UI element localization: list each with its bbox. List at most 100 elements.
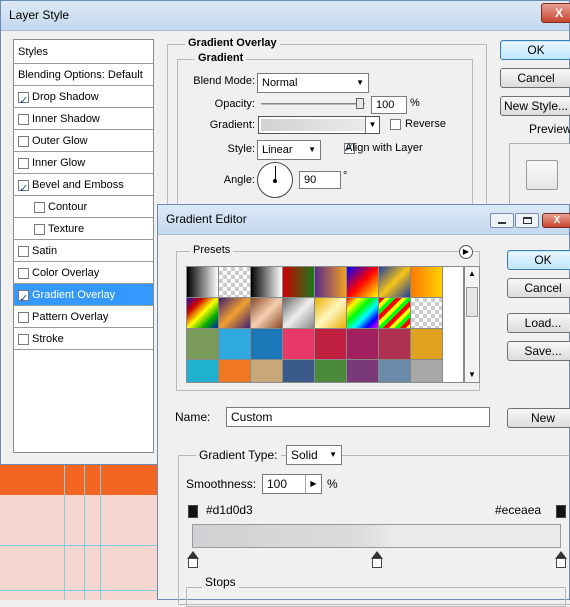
preset-swatch[interactable] [347, 298, 379, 329]
preset-swatch[interactable] [251, 298, 283, 329]
gradient-picker[interactable]: ▼ [258, 116, 380, 134]
style-checkbox[interactable] [18, 90, 29, 112]
preset-swatch[interactable] [411, 360, 443, 382]
preset-swatch[interactable] [315, 298, 347, 329]
maximize-button[interactable] [515, 213, 539, 228]
preset-swatch[interactable] [283, 360, 315, 382]
style-item[interactable]: Inner Shadow [14, 108, 153, 130]
preset-swatch[interactable] [219, 298, 251, 329]
preset-swatch[interactable] [347, 267, 379, 298]
angle-input[interactable]: 90 [299, 171, 341, 189]
ge-ok-button[interactable]: OK [507, 250, 570, 270]
chevron-down-icon[interactable]: ▼ [365, 117, 379, 133]
color-stop-left[interactable] [188, 558, 198, 568]
preset-swatch[interactable] [187, 298, 219, 329]
style-item[interactable]: Texture [14, 218, 153, 240]
preset-swatch[interactable] [283, 267, 315, 298]
preset-swatch[interactable] [187, 360, 219, 382]
style-checkbox[interactable] [18, 135, 29, 147]
stops-group [186, 587, 566, 607]
reverse-checkbox[interactable] [390, 119, 401, 130]
close-window-button[interactable]: X [541, 3, 570, 23]
style-select[interactable]: Linear ▼ [257, 140, 321, 160]
chevron-down-icon: ▼ [308, 145, 316, 154]
ok-button[interactable]: OK [500, 40, 570, 60]
style-checkbox[interactable] [18, 113, 29, 125]
style-item[interactable]: Outer Glow [14, 130, 153, 152]
style-item[interactable]: Bevel and Emboss [14, 174, 153, 200]
preset-swatch[interactable] [251, 360, 283, 382]
preset-swatch[interactable] [251, 329, 283, 360]
opacity-stop-right[interactable] [556, 505, 566, 518]
style-checkbox[interactable] [18, 333, 29, 345]
style-item[interactable]: Drop Shadow [14, 86, 153, 112]
gradient-type-select[interactable]: Solid ▼ [286, 445, 342, 465]
presets-menu-icon[interactable]: ▶ [459, 245, 473, 259]
color-stop-mid[interactable] [372, 558, 382, 568]
blend-mode-select[interactable]: Normal ▼ [257, 73, 369, 93]
style-checkbox[interactable] [18, 288, 29, 310]
style-checkbox[interactable] [18, 267, 29, 279]
chevron-right-icon[interactable]: ▶ [305, 475, 321, 493]
opacity-input[interactable]: 100 [371, 96, 407, 114]
style-item-label: Gradient Overlay [32, 289, 116, 301]
preset-swatch[interactable] [411, 298, 443, 329]
scroll-up-icon[interactable]: ▲ [465, 267, 479, 281]
preset-swatch[interactable] [379, 267, 411, 298]
style-checkbox[interactable] [18, 311, 29, 323]
style-item[interactable]: Blending Options: Default [14, 64, 153, 86]
preset-swatch[interactable] [283, 329, 315, 360]
style-item[interactable]: Gradient Overlay [14, 284, 153, 310]
preset-swatch[interactable] [379, 360, 411, 382]
style-checkbox[interactable] [18, 245, 29, 257]
preset-swatch[interactable] [219, 267, 251, 298]
presets-scrollbar[interactable]: ▲ ▼ [464, 266, 480, 383]
preset-swatch[interactable] [283, 298, 315, 329]
load-button[interactable]: Load... [507, 313, 570, 333]
ge-cancel-button[interactable]: Cancel [507, 278, 570, 298]
preset-swatch[interactable] [411, 329, 443, 360]
preset-swatch[interactable] [219, 360, 251, 382]
style-checkbox[interactable] [18, 157, 29, 169]
cancel-button[interactable]: Cancel [500, 68, 570, 88]
style-item[interactable]: Inner Glow [14, 152, 153, 174]
new-style-button[interactable]: New Style... [500, 96, 570, 116]
styles-header[interactable]: Styles [14, 40, 153, 64]
style-checkbox[interactable] [34, 223, 45, 235]
preset-swatch[interactable] [315, 267, 347, 298]
preset-swatch[interactable] [315, 329, 347, 360]
style-item[interactable]: Satin [14, 240, 153, 262]
style-item[interactable]: Contour [14, 196, 153, 218]
style-item[interactable]: Pattern Overlay [14, 306, 153, 328]
preset-swatch[interactable] [379, 329, 411, 360]
preset-swatch[interactable] [347, 329, 379, 360]
minimize-button[interactable] [490, 213, 514, 228]
preset-swatch[interactable] [379, 298, 411, 329]
style-item[interactable]: Stroke [14, 328, 153, 350]
name-input[interactable]: Custom [226, 407, 490, 427]
preset-swatch[interactable] [315, 360, 347, 382]
color-stop-right[interactable] [556, 558, 566, 568]
preset-swatch[interactable] [187, 267, 219, 298]
preset-swatch[interactable] [347, 360, 379, 382]
style-checkbox[interactable] [34, 201, 45, 213]
opacity-slider-handle[interactable] [356, 98, 364, 109]
opacity-stop-left[interactable] [188, 505, 198, 518]
style-item[interactable]: Color Overlay [14, 262, 153, 284]
new-gradient-button[interactable]: New [507, 408, 570, 428]
save-button[interactable]: Save... [507, 341, 570, 361]
preset-swatch[interactable] [251, 267, 283, 298]
angle-dial[interactable] [257, 162, 293, 198]
scroll-down-icon[interactable]: ▼ [465, 368, 479, 382]
style-checkbox[interactable] [18, 178, 29, 200]
smoothness-input[interactable]: 100 ▶ [262, 474, 322, 494]
preset-swatch[interactable] [219, 329, 251, 360]
preset-swatch[interactable] [187, 329, 219, 360]
maximize-icon [523, 217, 532, 224]
opacity-slider[interactable] [261, 103, 365, 105]
gradient-bar[interactable] [192, 524, 561, 548]
gradient-editor-titlebar: Gradient Editor X [158, 205, 570, 235]
preset-swatch[interactable] [411, 267, 443, 298]
scroll-thumb[interactable] [466, 287, 478, 317]
close-window-button[interactable]: X [542, 213, 570, 228]
